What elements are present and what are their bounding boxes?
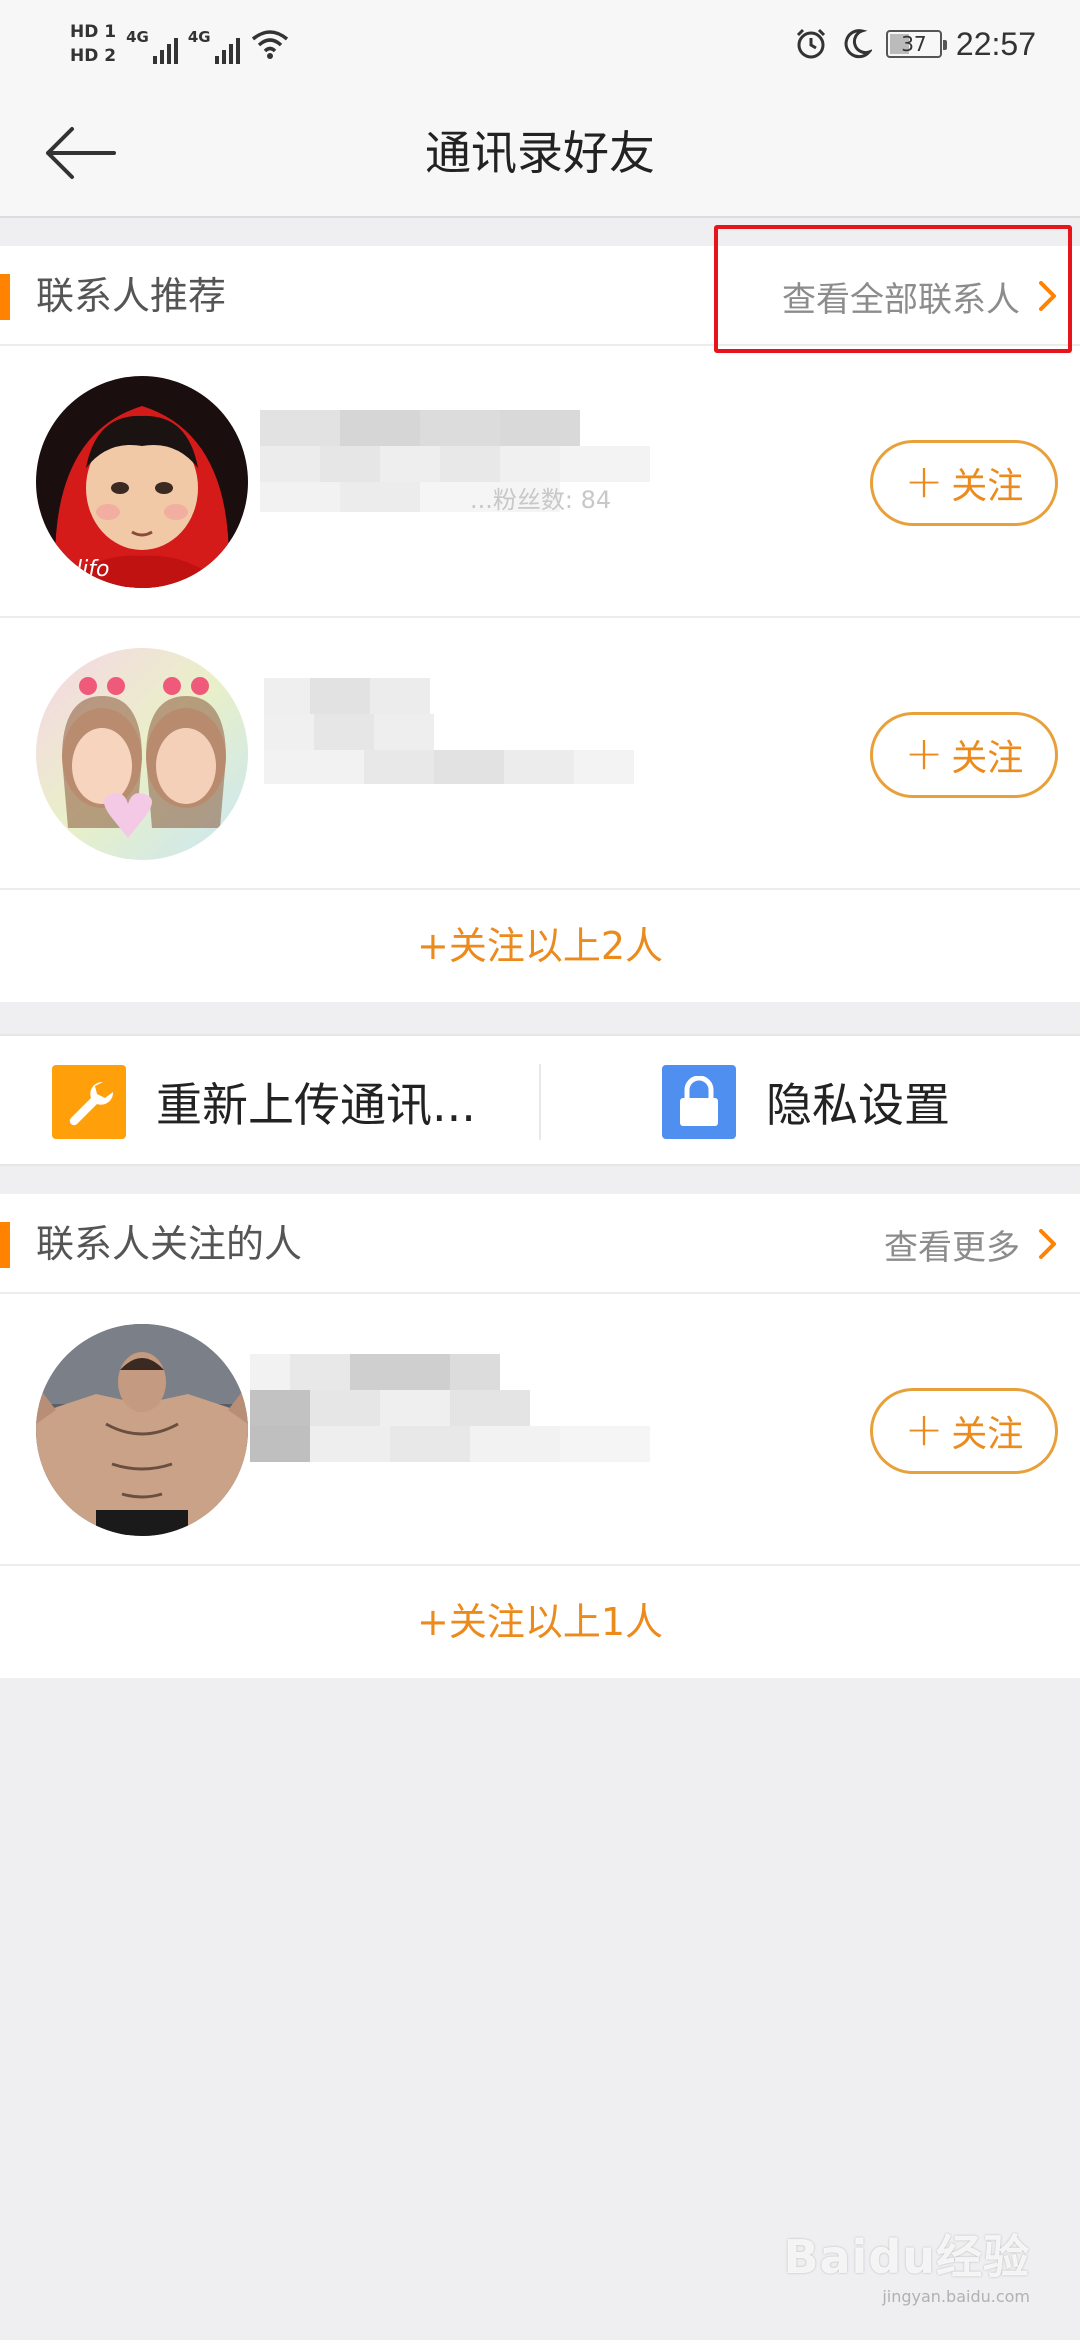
blurred-name: ...粉丝数: 84 (250, 406, 680, 546)
contact-row[interactable]: + 关注 (0, 1294, 1080, 1566)
contacts-recommend-section: 联系人推荐 查看全部联系人 lifo ...粉丝数: 84 + 关注 + 关注 … (0, 246, 1080, 1002)
follow-label: 关注 (951, 738, 1024, 779)
blurred-name (250, 678, 680, 818)
contacts-following-section: 联系人关注的人 查看更多 + 关注 +关注以上1人 (0, 1194, 1080, 1678)
chevron-right-icon (1039, 1229, 1056, 1259)
actions-row: 重新上传通讯... 隐私设置 (0, 1034, 1080, 1166)
signal-bars-icon (152, 34, 178, 64)
avatar[interactable] (36, 1324, 248, 1536)
back-button[interactable] (40, 116, 120, 190)
follow-all-button[interactable]: +关注以上2人 (0, 890, 1080, 1002)
hd2-label: HD 2 (70, 46, 117, 66)
battery-icon: 37 (885, 30, 947, 58)
watermark: Baidu经验 jingyan.baidu.com (783, 2221, 1030, 2306)
plus-icon: + (904, 1402, 944, 1456)
reupload-contacts-button[interactable]: 重新上传通讯... (52, 1036, 476, 1168)
status-bar-right: 37 22:57 (794, 20, 1036, 68)
page-title: 通讯录好友 (425, 126, 655, 180)
signal-1: 4G (126, 24, 178, 64)
privacy-label: 隐私设置 (766, 1078, 950, 1132)
moon-icon (844, 29, 872, 59)
contact-row[interactable]: lifo ...粉丝数: 84 + 关注 (0, 346, 1080, 618)
signal-2: 4G (188, 24, 240, 64)
follow-label: 关注 (951, 1414, 1024, 1455)
reupload-label: 重新上传通讯... (156, 1078, 476, 1132)
arrow-left-icon (46, 127, 116, 179)
follow-all-button[interactable]: +关注以上1人 (0, 1566, 1080, 1678)
avatar[interactable]: lifo (36, 376, 248, 588)
follow-button[interactable]: + 关注 (870, 1388, 1058, 1474)
section-title: 联系人推荐 (36, 274, 227, 318)
plus-icon: + (904, 726, 944, 780)
privacy-settings-button[interactable]: 隐私设置 (662, 1036, 950, 1168)
clock: 22:57 (955, 25, 1036, 62)
lock-icon (662, 1065, 736, 1139)
svg-text:...粉丝数: 84: ...粉丝数: 84 (470, 486, 611, 514)
follow-label: 关注 (951, 466, 1024, 507)
hd-indicator: HD 1 HD 2 (70, 20, 116, 68)
section-header: 联系人关注的人 查看更多 (0, 1194, 1080, 1294)
watermark-logo: Baidu经验 (783, 2230, 1030, 2284)
contact-row[interactable]: + 关注 (0, 618, 1080, 890)
plus-icon: + (904, 454, 944, 508)
section-title: 联系人关注的人 (36, 1222, 303, 1266)
network-type-2: 4G (187, 28, 211, 46)
follow-button[interactable]: + 关注 (870, 440, 1058, 526)
alarm-icon (796, 28, 825, 59)
divider (539, 1064, 541, 1140)
section-accent-bar (0, 1222, 10, 1268)
view-more-label: 查看更多 (884, 1227, 1020, 1268)
blurred-name (250, 1354, 680, 1494)
view-all-contacts-link[interactable]: 查看全部联系人 (782, 246, 1060, 346)
nav-bar: 通讯录好友 (0, 88, 1080, 218)
chevron-right-icon (1039, 281, 1056, 311)
watermark-url: jingyan.baidu.com (882, 2287, 1030, 2306)
hd1-label: HD 1 (70, 22, 117, 42)
svg-text:lifo: lifo (76, 557, 109, 582)
view-more-link[interactable]: 查看更多 (884, 1194, 1060, 1294)
signal-bars-icon (214, 34, 240, 64)
view-all-contacts-label: 查看全部联系人 (782, 279, 1020, 320)
section-accent-bar (0, 274, 10, 320)
wifi-icon (251, 30, 288, 59)
section-header: 联系人推荐 查看全部联系人 (0, 246, 1080, 346)
status-bar-left: HD 1 HD 2 4G 4G (70, 16, 290, 72)
follow-button[interactable]: + 关注 (870, 712, 1058, 798)
status-bar: HD 1 HD 2 4G 4G 37 22:57 (0, 0, 1080, 88)
wrench-icon (52, 1065, 126, 1139)
network-type-1: 4G (126, 28, 149, 46)
battery-level: 37 (901, 32, 927, 56)
avatar[interactable] (36, 648, 248, 860)
